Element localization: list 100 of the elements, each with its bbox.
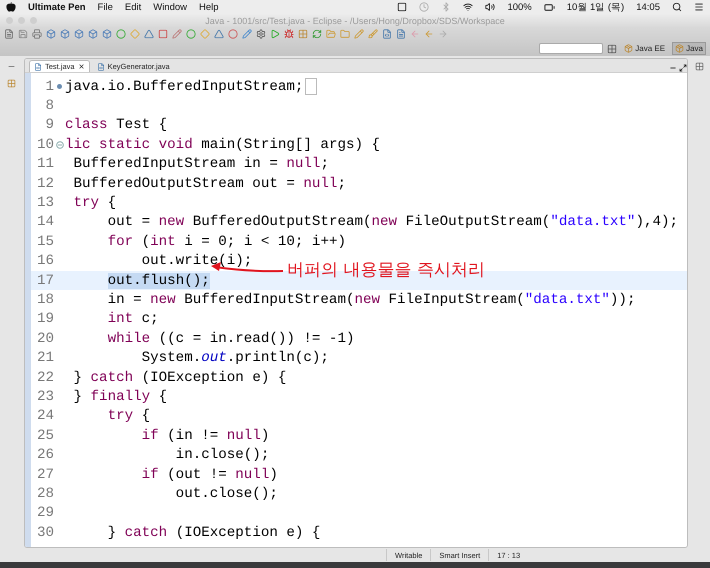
back-icon[interactable] [410,29,420,39]
java-file-icon [96,62,105,70]
outline-icon[interactable] [6,79,16,88]
menu-icon[interactable] [694,2,704,12]
code-line: BufferedOutputStream out = null; [72,176,346,192]
diamond-icon[interactable] [130,29,140,39]
line-number: 8 [44,98,54,114]
line-number: 1 [44,78,54,95]
code-line: out.close(); [174,486,278,502]
battery-percent: 100% [507,2,532,12]
java-file-icon [34,62,42,70]
code-line: out.write(i); [140,253,252,270]
line-number: 10 [36,136,54,153]
code-line: try { [106,408,150,424]
line-number: 24 [36,408,54,424]
grid-icon[interactable] [298,29,308,39]
circle-icon[interactable] [228,29,238,39]
back-icon[interactable] [424,29,434,39]
run-icon[interactable] [270,29,280,39]
gear-icon[interactable] [256,29,266,39]
save-icon[interactable] [18,29,28,39]
package-icon [675,44,684,53]
volume-icon[interactable] [485,2,496,12]
app-menu[interactable]: Ultimate Pen [28,2,86,12]
line-number: 20 [36,330,54,347]
line-number: 27 [36,466,54,482]
menu-item[interactable]: Edit [124,2,142,12]
line-number: 18 [36,292,54,308]
code-line: lic static void main(String[] args) { [65,136,380,153]
circle-icon[interactable] [186,29,196,39]
code-line: for (int i = 0; i < 10; i++) [106,234,346,250]
file-icon[interactable] [396,29,406,39]
bluetooth-icon[interactable] [441,2,452,12]
refresh-icon[interactable] [312,29,322,39]
triangle-icon[interactable] [214,29,224,39]
search-field[interactable] [539,43,604,54]
code-line: java.io.BufferedInputStream; [65,78,304,95]
line-number: 14 [36,214,54,230]
maximize-icon[interactable] [679,64,687,72]
line-number: 19 [36,311,54,328]
circle-icon[interactable] [116,29,126,39]
package-icon[interactable] [46,29,56,39]
close-icon[interactable] [78,63,85,70]
package-icon[interactable] [88,29,98,39]
line-number: 15 [36,234,54,250]
folder-icon[interactable] [326,29,336,39]
line-number: 22 [36,370,54,386]
code-line: in = new BufferedInputStream(new FileInputStream("data.txt")); [106,292,636,308]
triangle-icon[interactable] [144,29,154,39]
bug-icon[interactable] [284,29,294,39]
code-line: while ((c = in.read()) != -1) [106,330,354,347]
battery-icon[interactable] [544,2,555,12]
package-icon[interactable] [102,29,112,39]
new-file-icon[interactable] [4,29,14,39]
apple-icon[interactable] [6,2,16,12]
folded-code-marker[interactable] [305,78,318,96]
menu-item[interactable]: Help [199,2,219,12]
folder-icon[interactable] [340,29,350,39]
line-number: 11 [36,156,54,172]
printer-icon[interactable] [32,29,42,39]
collapse-fold-icon[interactable] [56,140,64,149]
code-line: } catch (IOException e) { [106,524,320,541]
menubar-date: 10월 1일 (목) [566,0,624,14]
file-icon[interactable] [382,29,392,39]
line-number: 9 [44,117,54,134]
line-number: 25 [36,428,54,444]
menu-item[interactable]: Window [153,2,188,12]
package-icon[interactable] [60,29,70,39]
code-line: class Test { [65,117,168,134]
forward-icon[interactable] [438,29,448,39]
perspective-button[interactable]: Java [672,42,706,55]
brush-icon[interactable] [368,29,378,39]
pencil-icon[interactable] [242,29,252,39]
open-perspective-icon[interactable] [607,44,618,54]
perspective-button[interactable]: Java EE [621,42,668,55]
line-number: 28 [36,486,54,502]
package-icon [624,44,634,53]
diamond-icon[interactable] [200,29,210,39]
tray-icon[interactable] [397,2,408,12]
line-number: 23 [36,388,54,405]
line-number: 12 [36,176,54,192]
code-line: System.out.println(c); [140,350,329,366]
code-line: } catch (IOException e) { [72,370,286,386]
menu-item[interactable]: File [98,2,113,12]
package-icon[interactable] [74,29,84,39]
code-line: int c; [106,311,159,328]
code-line: out = new BufferedOutputStream(new FileOutputStream("data.txt"),4); [106,214,678,230]
expand-fold-icon[interactable] [57,84,62,90]
clock-icon[interactable] [419,2,430,12]
pencil-icon[interactable] [172,29,182,39]
square-icon[interactable] [158,29,168,39]
window-title: Java - 1001/src/Test.java - Eclipse - /Users/Hong/Dropbox/SDS/Workspace [205,16,505,26]
line-number: 16 [36,253,54,270]
menubar-time: 14:05 [636,2,660,12]
pencil-icon[interactable] [354,29,364,39]
search-icon[interactable] [672,2,682,12]
wifi-icon[interactable] [463,2,474,12]
line-number: 30 [36,524,54,541]
code-line: try { [72,195,116,212]
code-line: if (out != null) [140,466,278,482]
